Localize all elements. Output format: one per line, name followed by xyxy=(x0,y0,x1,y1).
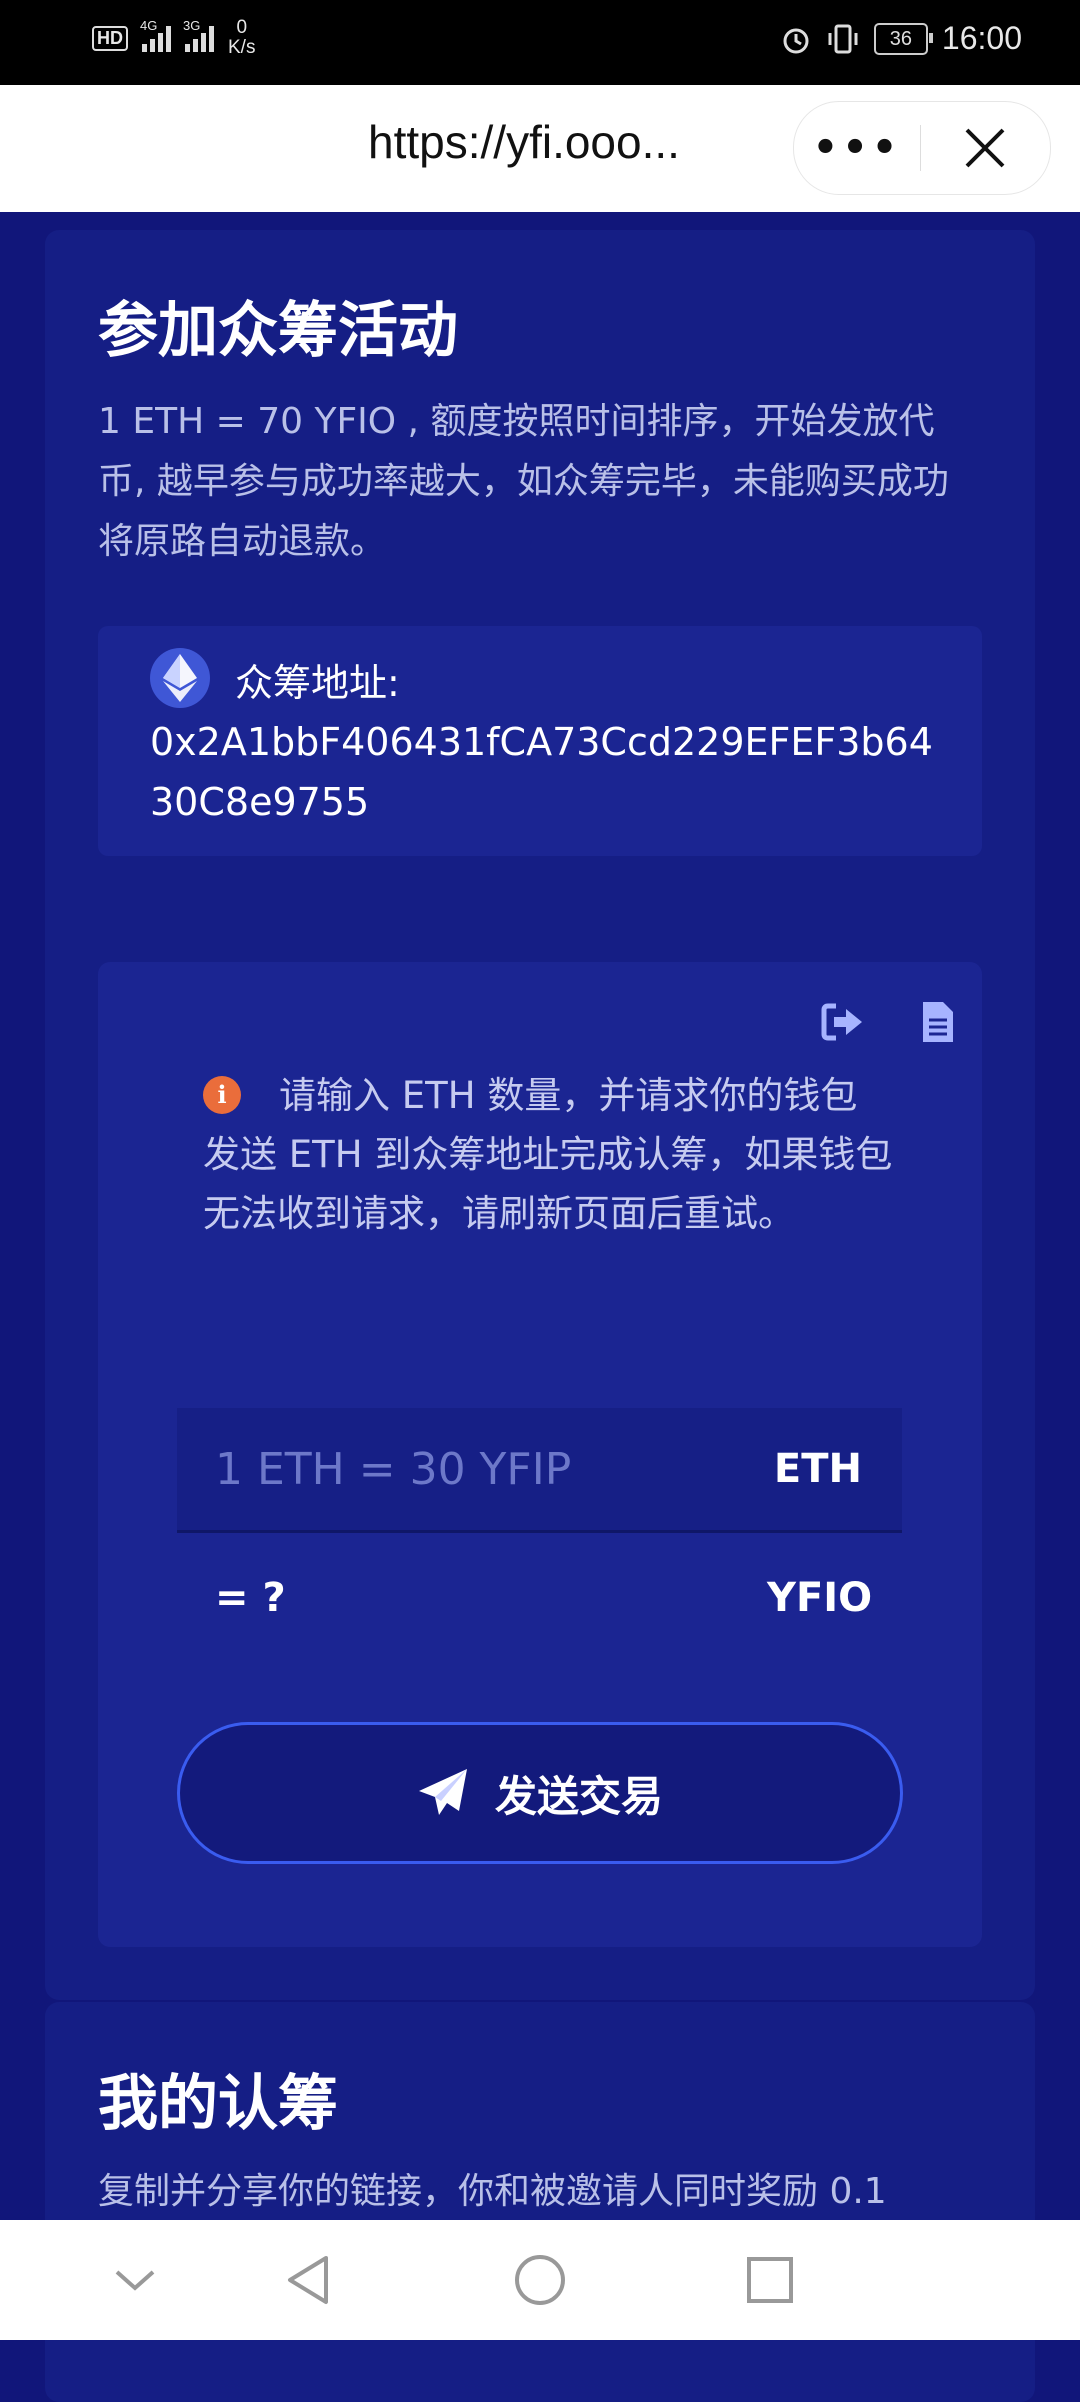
mini-program-capsule: ••• xyxy=(793,101,1051,195)
info-text: 请输入 ETH 数量，并请求你的钱包发送 ETH 到众筹地址完成认筹，如果钱包无… xyxy=(203,1074,893,1235)
send-transaction-button[interactable]: 发送交易 xyxy=(177,1722,903,1864)
my-subscription-title: 我的认筹 xyxy=(98,2069,338,2139)
address-label: 众筹地址: xyxy=(235,661,400,705)
alarm-icon xyxy=(783,28,809,53)
signal-3g-icon: 3G xyxy=(183,18,214,52)
signal-4g-icon: 4G xyxy=(140,18,171,52)
network-speed: 0 K/s xyxy=(228,18,255,58)
system-navigation-bar xyxy=(0,2220,1080,2340)
status-right: 36 16:00 xyxy=(780,20,1022,57)
page-url: https://yfi.ooo... xyxy=(368,116,680,168)
vibrate-icon xyxy=(828,24,858,53)
result-value: = ? xyxy=(215,1575,286,1621)
eth-input-group: ETH xyxy=(177,1408,902,1533)
send-transaction-label: 发送交易 xyxy=(494,1771,663,1821)
chevron-down-icon xyxy=(115,2270,155,2291)
clock: 16:00 xyxy=(941,20,1022,56)
ethereum-icon xyxy=(150,648,210,708)
crowdfund-address[interactable]: 0x2A1bbF406431fCA73Ccd229EFEF3b6430C8e97… xyxy=(150,712,950,832)
document-icon[interactable] xyxy=(915,1000,959,1044)
network-3g-label: 3G xyxy=(183,18,201,33)
browser-top-bar: https://yfi.ooo... ••• xyxy=(0,85,1080,212)
nav-back-button[interactable] xyxy=(278,2250,338,2310)
my-subscription-description: 复制并分享你的链接，你和被邀请人同时奖励 0.1 xyxy=(98,2171,887,2212)
page-title: 参加众筹活动 xyxy=(98,296,458,366)
eth-amount-input[interactable] xyxy=(177,1408,717,1530)
speed-value: 0 xyxy=(236,17,248,38)
paper-plane-icon xyxy=(418,1769,467,1815)
recents-square-icon xyxy=(747,2257,793,2303)
close-button[interactable] xyxy=(921,126,1049,170)
back-triangle-icon xyxy=(288,2256,328,2304)
speed-unit: K/s xyxy=(228,37,256,58)
yfio-unit-label: YFIO xyxy=(767,1575,873,1621)
nav-recents-button[interactable] xyxy=(740,2250,800,2310)
battery-icon: 36 xyxy=(873,22,933,55)
close-icon xyxy=(965,128,1005,168)
sign-out-icon[interactable] xyxy=(820,1000,864,1044)
status-left: HD 4G 3G 0 K/s xyxy=(92,18,255,58)
status-bar: HD 4G 3G 0 K/s 36 16:00 xyxy=(0,0,1080,85)
more-button[interactable]: ••• xyxy=(794,125,920,171)
nav-home-button[interactable] xyxy=(510,2250,570,2310)
eth-unit-label: ETH xyxy=(773,1446,862,1492)
nav-hide-button[interactable] xyxy=(105,2250,165,2310)
home-circle-icon xyxy=(515,2255,565,2305)
crowdfund-description: 1 ETH = 70 YFIO , 额度按照时间排序，开始发放代币, 越早参与成… xyxy=(98,401,949,562)
hd-indicator: HD xyxy=(92,25,128,51)
network-4g-label: 4G xyxy=(140,18,158,33)
